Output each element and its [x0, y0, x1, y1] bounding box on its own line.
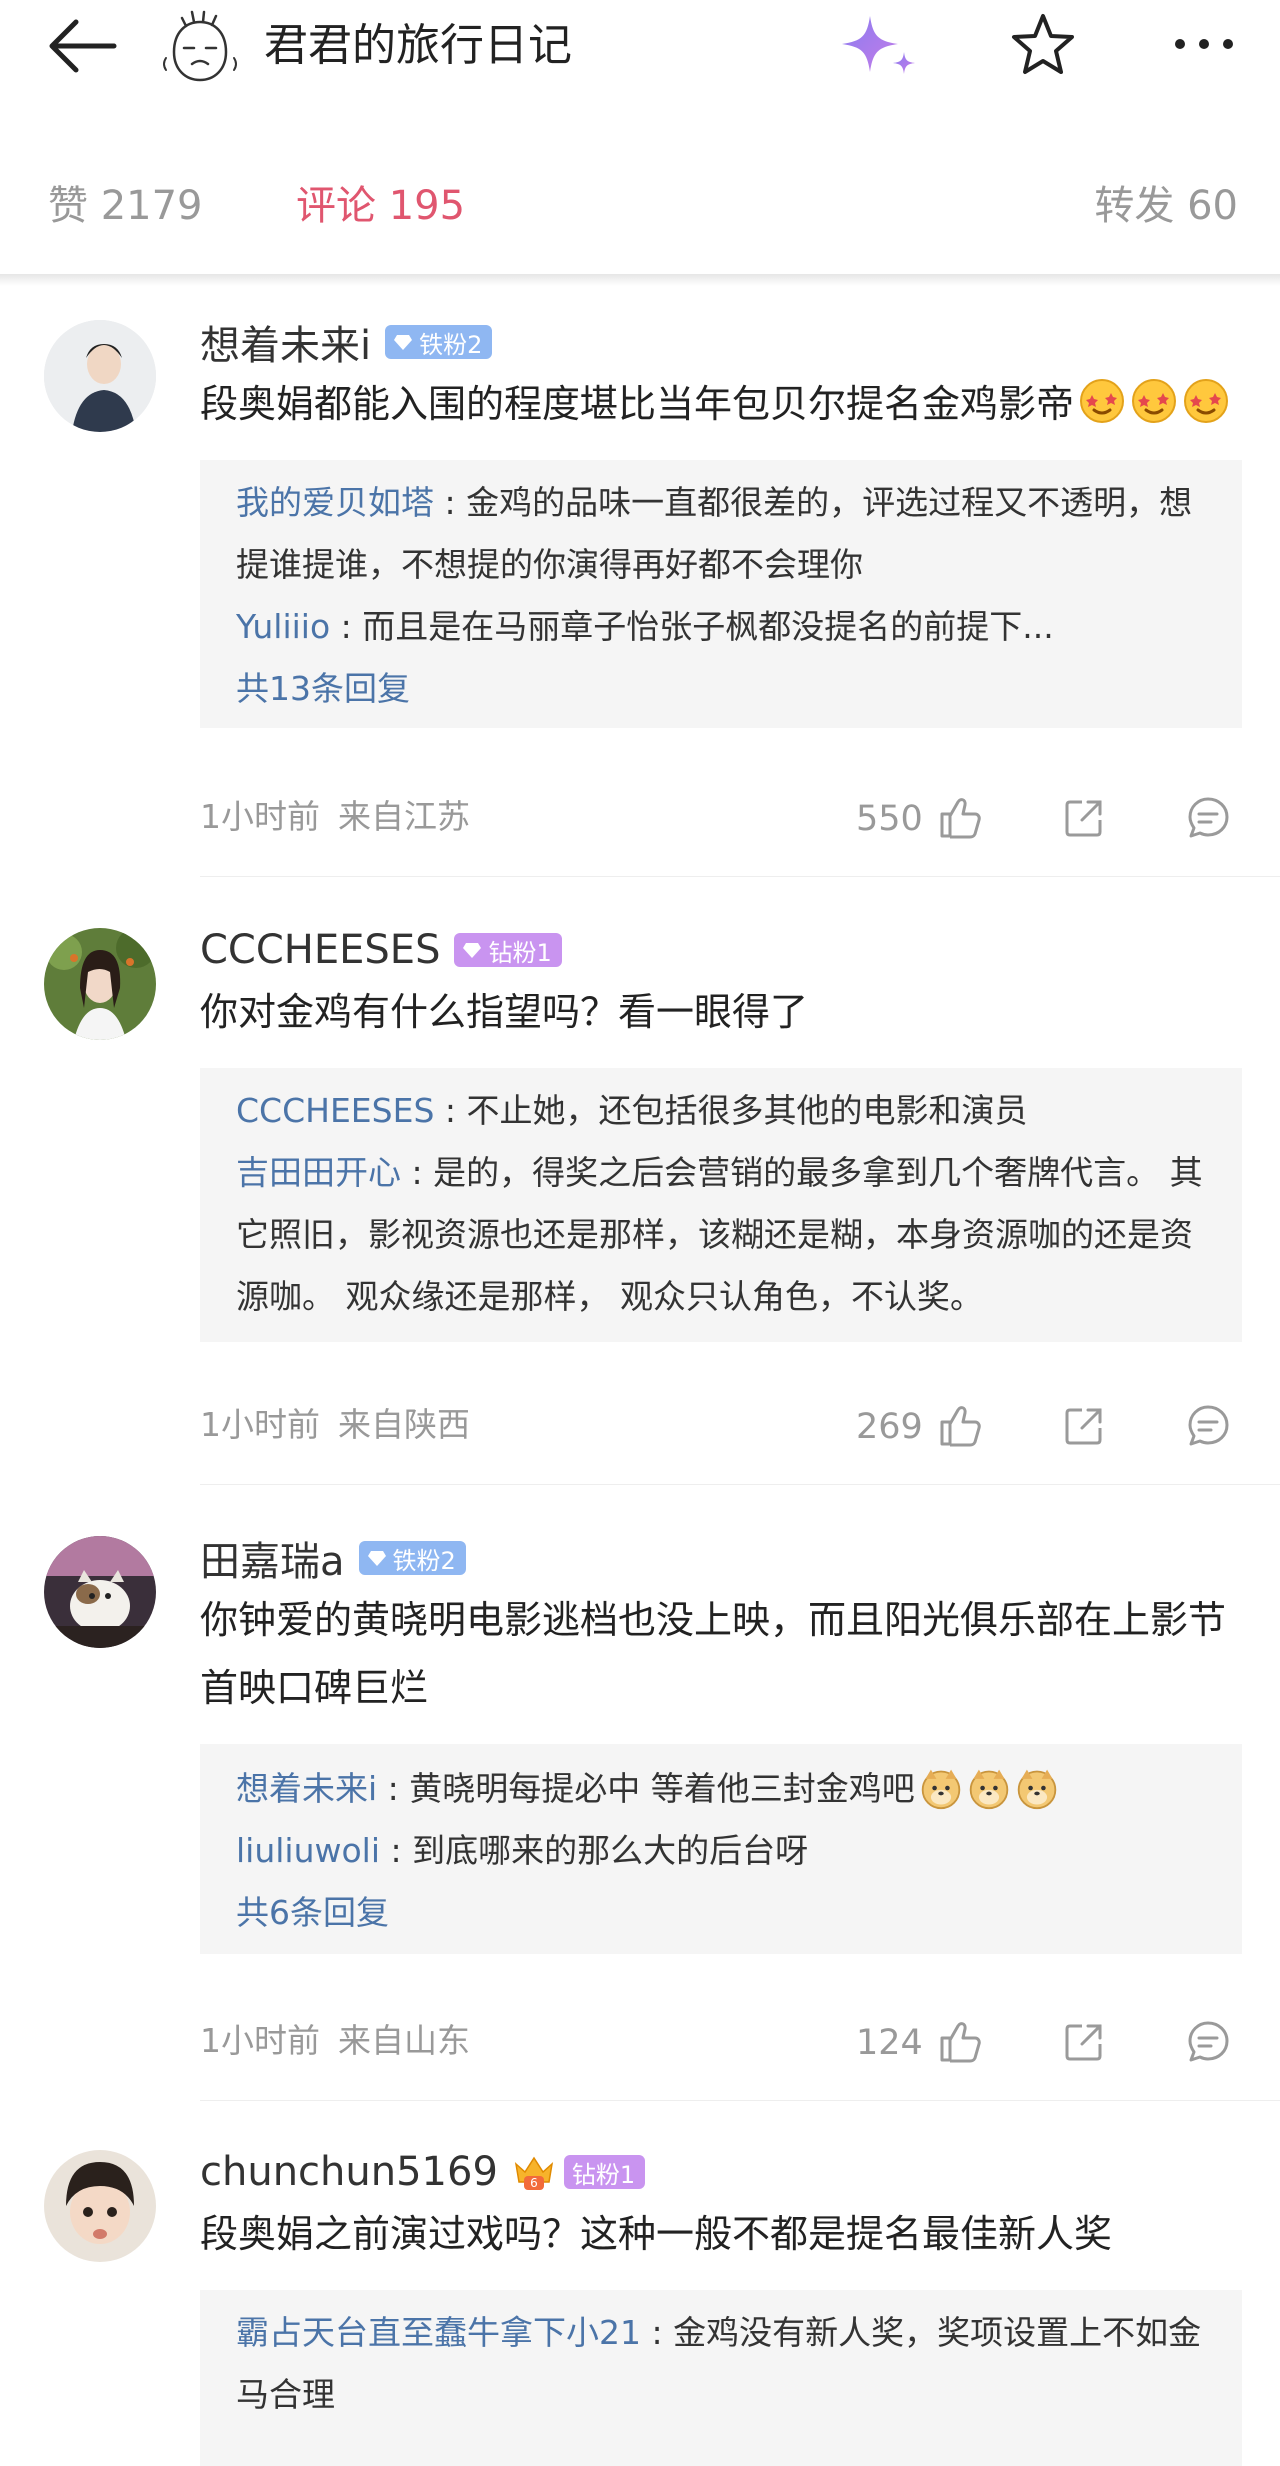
- top-navigation-bar: 君君的旅行日记: [0, 0, 1280, 92]
- reply-item: 霸占天台直至蠢牛拿下小21 : 金鸡没有新人奖，奖项设置上不如金马合理: [236, 2313, 1202, 2414]
- fan-badge: 钻粉1: [454, 933, 562, 967]
- view-all-replies-link[interactable]: 共13条回复: [200, 658, 1242, 720]
- comment-time: 1小时前: [200, 2021, 320, 2060]
- arrow-left-icon[interactable]: [44, 14, 124, 78]
- starry-eyes-emoji: [1078, 377, 1126, 425]
- share-icon[interactable]: [1060, 1402, 1108, 1450]
- divider: [200, 876, 1280, 877]
- tab-comments[interactable]: 评论 195: [296, 178, 465, 234]
- reply-item: 吉田田开心 : 是的，得奖之后会营销的最多拿到几个奢牌代言。 其它照旧，影视资源…: [236, 1153, 1203, 1316]
- comment-meta: 1小时前 来自山东: [200, 2016, 470, 2066]
- diamond-icon: [393, 332, 413, 352]
- diamond-icon: [367, 1548, 387, 1568]
- reply-box[interactable]: 霸占天台直至蠢牛拿下小21 : 金鸡没有新人奖，奖项设置上不如金马合理: [200, 2290, 1242, 2466]
- divider: [200, 1484, 1280, 1485]
- reply-box[interactable]: 我的爱贝如塔 : 金鸡的品味一直都很差的，评选过程又不透明，想提谁提谁，不想提的…: [200, 460, 1242, 728]
- fan-badge-label: 铁粉2: [392, 1546, 456, 1575]
- reply-item: CCCHEESES : 不止她，还包括很多其他的电影和演员: [236, 1091, 1028, 1130]
- like-count: 269: [856, 1407, 923, 1447]
- tab-likes[interactable]: 赞 2179: [48, 178, 203, 234]
- starry-eyes-emoji: [1130, 377, 1178, 425]
- reply-author[interactable]: liuliuwoli: [236, 1831, 380, 1870]
- reply-author[interactable]: CCCHEESES: [236, 1091, 434, 1130]
- share-icon[interactable]: [1060, 2018, 1108, 2066]
- comment-location: 来自山东: [338, 2021, 470, 2060]
- reply-item: 我的爱贝如塔 : 金鸡的品味一直都很差的，评选过程又不透明，想提谁提谁，不想提的…: [236, 483, 1193, 584]
- reply-author[interactable]: 想着未来i: [236, 1769, 377, 1808]
- comment-time: 1小时前: [200, 1405, 320, 1444]
- comment-meta: 1小时前 来自陕西: [200, 1400, 470, 1450]
- fan-badge-label: 钻粉1: [571, 2160, 636, 2189]
- reply-text: 黄晓明每提必中 等着他三封金鸡吧: [409, 1769, 915, 1808]
- vip-level: 6: [530, 2176, 538, 2190]
- commenter-name[interactable]: 想着未来i: [200, 313, 371, 371]
- starry-eyes-emoji: [1182, 377, 1230, 425]
- commenter-name[interactable]: CCCHEESES: [200, 927, 440, 973]
- fan-badge: 钻粉1: [563, 2155, 646, 2189]
- reply-item: 想着未来i : 黄晓明每提必中 等着他三封金鸡吧: [200, 1758, 1242, 1820]
- doge-emoji: [967, 1766, 1011, 1810]
- avatar[interactable]: [44, 928, 156, 1040]
- comment-time: 1小时前: [200, 797, 320, 836]
- reply-author[interactable]: 霸占天台直至蠢牛拿下小21: [236, 2313, 641, 2352]
- reply-author[interactable]: 吉田田开心: [236, 1153, 401, 1192]
- share-icon[interactable]: [1060, 794, 1108, 842]
- thumbs-up-icon[interactable]: [936, 2018, 984, 2066]
- page-title: 君君的旅行日记: [264, 20, 572, 71]
- comment-text: 你钟爱的黄晓明电影逃档也没上映，而且阳光俱乐部在上影节首映口碑巨烂: [200, 1598, 1227, 1710]
- diamond-icon: [462, 940, 482, 960]
- fan-badge: 铁粉2: [385, 325, 493, 359]
- doge-emoji: [919, 1766, 963, 1810]
- reply-text: 不止她，还包括很多其他的电影和演员: [466, 1091, 1028, 1130]
- comment-meta: 1小时前 来自江苏: [200, 792, 470, 842]
- reply-item: liuliuwoli : 到底哪来的那么大的后台呀: [236, 1831, 809, 1870]
- reply-item: Yuliiio : 而且是在马丽章子怡张子枫都没提名的前提下...: [236, 607, 1054, 646]
- doge-emoji: [1015, 1766, 1059, 1810]
- fan-badge: 铁粉2: [358, 1541, 466, 1575]
- more-dots-icon[interactable]: [1168, 18, 1240, 70]
- reply-text: 到底哪来的那么大的后台呀: [412, 1831, 809, 1870]
- comment-icon[interactable]: [1184, 794, 1232, 842]
- view-all-replies-link[interactable]: 共6条回复: [200, 1882, 1242, 1944]
- commenter-name[interactable]: chunchun5169: [200, 2149, 498, 2195]
- comment-icon[interactable]: [1184, 1402, 1232, 1450]
- thumbs-up-icon[interactable]: [936, 1402, 984, 1450]
- fan-badge-label: 钻粉1: [488, 938, 552, 967]
- avatar[interactable]: [44, 1536, 156, 1648]
- comment-text: 段奥娟都能入围的程度堪比当年包贝尔提名金鸡影帝: [200, 370, 1240, 438]
- comment-location: 来自陕西: [338, 1405, 470, 1444]
- like-count: 124: [856, 2023, 923, 2063]
- like-count: 550: [856, 799, 923, 839]
- comment-location: 来自江苏: [338, 797, 470, 836]
- commenter-name[interactable]: 田嘉瑞a: [200, 1529, 345, 1587]
- thumbs-up-icon[interactable]: [936, 794, 984, 842]
- reply-author[interactable]: 我的爱贝如塔: [236, 483, 434, 522]
- reply-author[interactable]: Yuliiio: [236, 607, 330, 646]
- avatar[interactable]: [44, 2150, 156, 2262]
- reply-text: 而且是在马丽章子怡张子枫都没提名的前提下...: [362, 607, 1054, 646]
- reply-box[interactable]: CCCHEESES : 不止她，还包括很多其他的电影和演员 吉田田开心 : 是的…: [200, 1068, 1242, 1342]
- comment-text-content: 段奥娟都能入围的程度堪比当年包贝尔提名金鸡影帝: [200, 382, 1075, 426]
- tab-bar: 赞 2179 评论 195 转发 60: [0, 148, 1280, 268]
- comment-text: 段奥娟之前演过戏吗？这种一般不都是提名最佳新人奖: [200, 2212, 1113, 2256]
- divider: [200, 2100, 1280, 2101]
- sparkle-icon[interactable]: [838, 12, 920, 82]
- tab-reposts[interactable]: 转发 60: [1094, 178, 1238, 234]
- reply-box[interactable]: 想着未来i : 黄晓明每提必中 等着他三封金鸡吧 liuliuwoli : 到底…: [200, 1744, 1242, 1954]
- avatar[interactable]: [44, 320, 156, 432]
- comment-icon[interactable]: [1184, 2018, 1232, 2066]
- fan-badge-label: 铁粉2: [419, 330, 483, 359]
- comment-text: 你对金鸡有什么指望吗？看一眼得了: [200, 990, 809, 1034]
- vip-crown-icon: 6: [514, 2156, 553, 2190]
- avatar[interactable]: [160, 10, 240, 86]
- star-outline-icon[interactable]: [1008, 10, 1078, 80]
- divider: [0, 274, 1280, 286]
